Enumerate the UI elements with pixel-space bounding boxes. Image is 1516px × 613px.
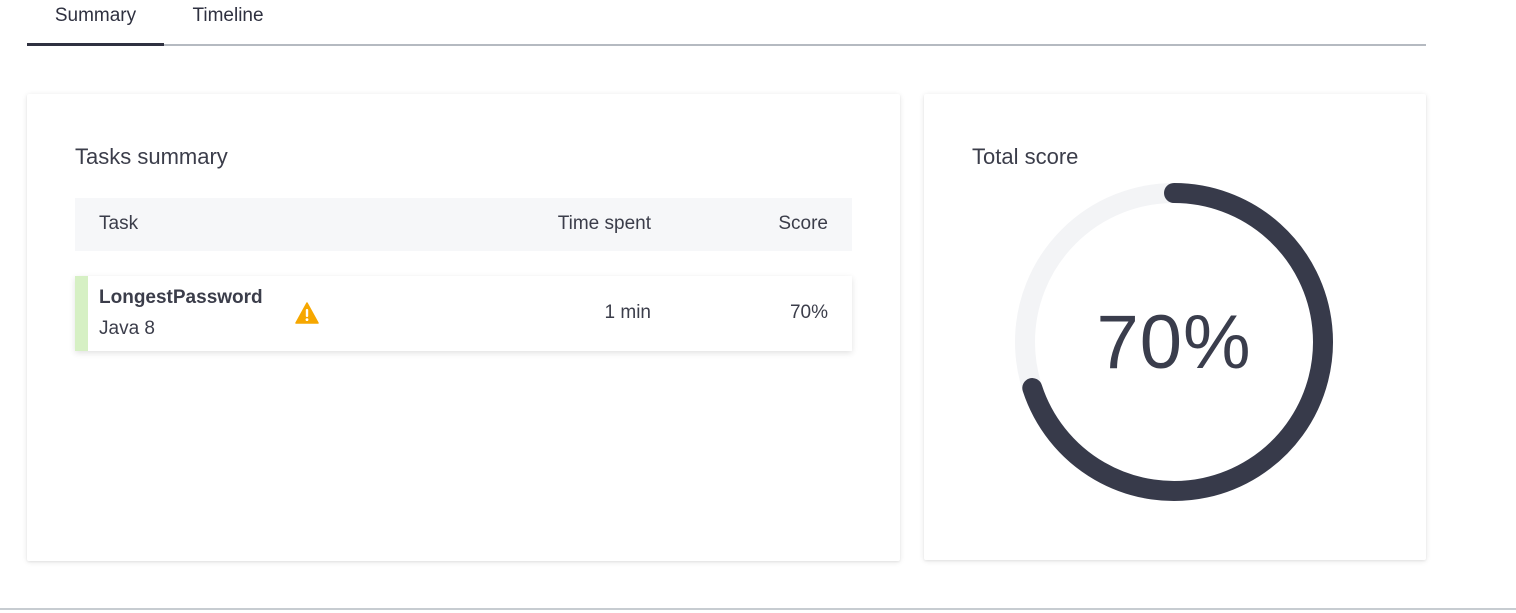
task-language: Java 8 [99,318,155,339]
total-score-title: Total score [972,144,1079,169]
tab-summary[interactable]: Summary [27,0,164,46]
tab-timeline[interactable]: Timeline [164,0,292,44]
tasks-summary-title: Tasks summary [75,144,228,169]
table-row[interactable]: LongestPassword Java 8 1 min 70% [75,276,852,351]
total-score-value: 70% [1096,299,1252,385]
task-time-spent: 1 min [604,302,651,323]
tab-bar: Summary Timeline [27,0,1426,46]
task-name: LongestPassword [99,287,263,308]
page-divider [0,608,1516,610]
column-header-time-spent: Time spent [557,213,651,234]
total-score-card: Total score 70% [924,94,1426,560]
tasks-summary-card: Tasks summary Task Time spent Score Long… [27,94,900,561]
column-header-score: Score [778,213,828,234]
row-status-accent [75,276,88,351]
warning-icon [295,302,319,324]
table-header: Task Time spent Score [75,198,852,251]
column-header-task: Task [99,213,139,234]
task-score: 70% [789,302,828,323]
